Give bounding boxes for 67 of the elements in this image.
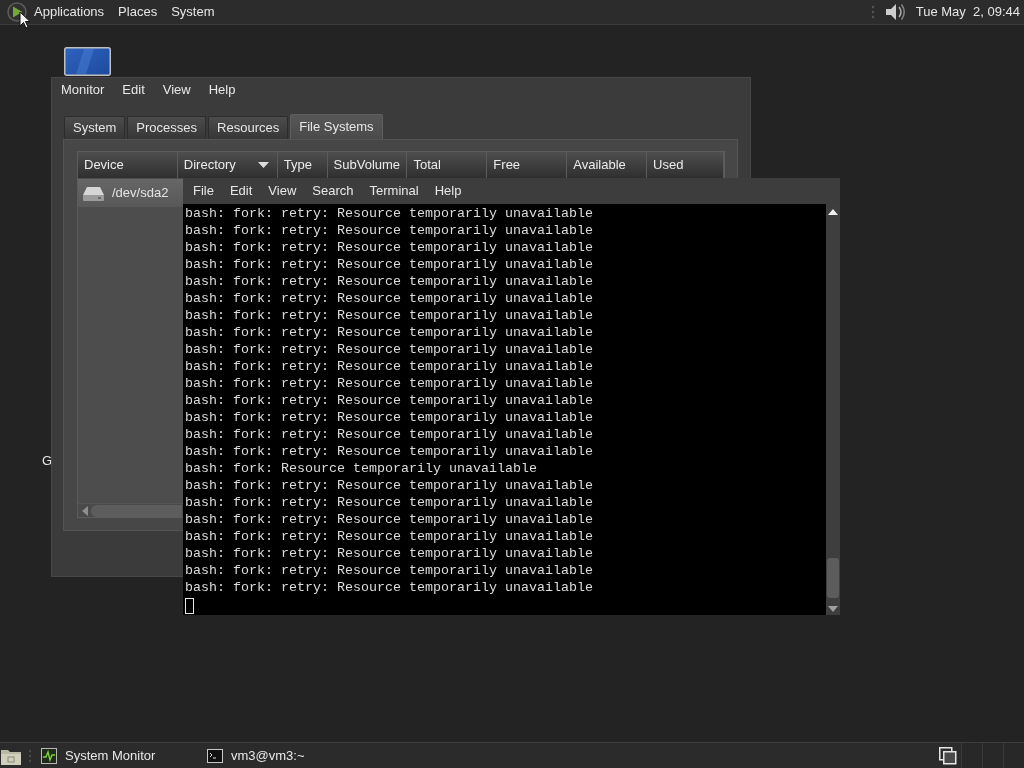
tab[interactable]: Processes xyxy=(127,116,207,139)
terminal-line: bash: fork: retry: Resource temporarily unavailable xyxy=(185,528,594,545)
column-header[interactable]: Total xyxy=(407,152,488,178)
column-header[interactable]: Type xyxy=(277,152,328,178)
text-cursor xyxy=(185,598,194,614)
menu-item[interactable]: Edit xyxy=(221,183,261,199)
table-cell[interactable]: /dev/sda2 xyxy=(78,179,184,207)
terminal-line: bash: fork: retry: Resource temporarily unavailable xyxy=(185,426,594,443)
taskbar-button[interactable]: vm3@vm3:~ xyxy=(203,743,369,768)
terminal-line: bash: fork: retry: Resource temporarily unavailable xyxy=(185,273,594,290)
disk-icon xyxy=(83,185,104,201)
terminal-line: bash: fork: retry: Resource temporarily unavailable xyxy=(185,579,594,596)
menu-item[interactable]: View xyxy=(260,183,305,199)
menu-item[interactable]: Search xyxy=(304,183,362,199)
terminal-line: bash: fork: retry: Resource temporarily unavailable xyxy=(185,290,594,307)
panel-menu[interactable]: Places xyxy=(111,4,165,20)
terminal-line: bash: fork: retry: Resource temporarily unavailable xyxy=(185,324,594,341)
screen-icon[interactable] xyxy=(64,47,111,76)
scroll-left-icon[interactable] xyxy=(82,505,88,516)
terminal-line: bash: fork: retry: Resource temporarily unavailable xyxy=(185,205,594,222)
monitor-graph-icon xyxy=(41,747,57,764)
terminal-line: bash: fork: retry: Resource temporarily unavailable xyxy=(185,392,594,409)
menu-item[interactable]: Help xyxy=(426,183,470,199)
column-header[interactable]: Directory xyxy=(177,152,278,178)
scrollbar-thumb[interactable] xyxy=(827,558,839,598)
terminal-line: bash: fork: retry: Resource temporarily unavailable xyxy=(185,409,594,426)
scroll-down-icon[interactable] xyxy=(828,606,838,612)
terminal-line: bash: fork: retry: Resource temporarily unavailable xyxy=(185,256,594,273)
tab[interactable]: File Systems xyxy=(290,114,383,139)
stacked-windows-icon[interactable] xyxy=(939,746,957,765)
clock[interactable]: Tue May 2, 09:44 xyxy=(905,4,1024,20)
panel-menu[interactable]: Applications xyxy=(27,4,112,20)
column-header[interactable]: Device xyxy=(78,152,178,178)
column-header[interactable]: Available xyxy=(567,152,648,178)
scroll-up-icon[interactable] xyxy=(828,209,838,215)
menu-item[interactable]: Monitor xyxy=(52,81,114,98)
terminal-line: bash: fork: retry: Resource temporarily unavailable xyxy=(185,222,594,239)
column-header[interactable]: Free xyxy=(487,152,568,178)
pointer-icon xyxy=(19,11,31,29)
terminal-line: bash: fork: retry: Resource temporarily unavailable xyxy=(185,239,594,256)
column-header[interactable]: SubVolume xyxy=(327,152,408,178)
scrollbar-thumb[interactable] xyxy=(91,504,182,517)
terminal-line: bash: fork: retry: Resource temporarily unavailable xyxy=(185,443,594,460)
terminal-line: bash: fork: retry: Resource temporarily unavailable xyxy=(185,494,594,511)
terminal-line: bash: fork: retry: Resource temporarily unavailable xyxy=(185,562,594,579)
menu-item[interactable]: Help xyxy=(199,81,245,98)
terminal-line: bash: fork: retry: Resource temporarily unavailable xyxy=(185,358,594,375)
terminal-line: bash: fork: retry: Resource temporarily unavailable xyxy=(185,375,594,392)
column-header[interactable]: Used xyxy=(647,152,724,178)
menu-item[interactable]: Edit xyxy=(113,81,154,98)
terminal-icon xyxy=(207,747,223,764)
terminal-line: bash: fork: retry: Resource temporarily unavailable xyxy=(185,477,594,494)
menu-item[interactable]: File xyxy=(185,183,222,199)
tab[interactable]: Resources xyxy=(208,116,289,139)
terminal-line: bash: fork: retry: Resource temporarily unavailable xyxy=(185,511,594,528)
terminal-line: bash: fork: retry: Resource temporarily unavailable xyxy=(185,545,594,562)
desktop-icon-label[interactable]: G xyxy=(42,453,53,469)
taskbar-button[interactable]: System Monitor xyxy=(37,743,203,768)
terminal-line: bash: fork: Resource temporarily unavailable xyxy=(185,460,538,477)
menu-item[interactable]: View xyxy=(153,81,200,98)
grip-icon xyxy=(869,4,876,20)
horizontal-scrollbar[interactable] xyxy=(78,503,183,517)
terminal-line: bash: fork: retry: Resource temporarily unavailable xyxy=(185,341,594,358)
menu-item[interactable]: Terminal xyxy=(361,183,427,199)
terminal-line: bash: fork: retry: Resource temporarily unavailable xyxy=(185,307,594,324)
panel-menu[interactable]: System xyxy=(164,4,222,20)
tab[interactable]: System xyxy=(64,116,126,139)
